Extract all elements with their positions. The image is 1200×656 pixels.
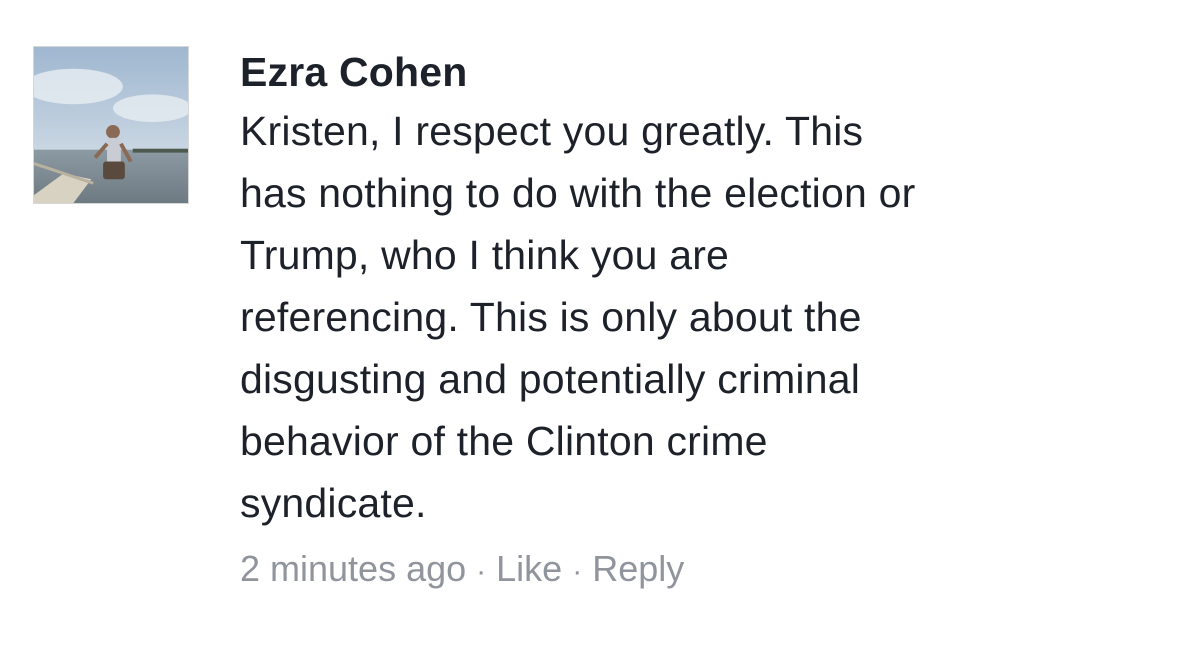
separator-dot: ·: [572, 555, 583, 588]
like-button[interactable]: Like: [496, 548, 562, 589]
comment-meta: 2 minutes ago · Like · Reply: [240, 544, 1190, 597]
comment-text-line: disgusting and potentially criminal: [240, 356, 861, 402]
comment-text-line: Kristen, I respect you greatly. This: [240, 108, 864, 154]
reply-button[interactable]: Reply: [592, 548, 684, 589]
comment-text-line: has nothing to do with the election or: [240, 170, 916, 216]
comment-text-line: behavior of the Clinton crime: [240, 418, 768, 464]
avatar[interactable]: [33, 46, 189, 204]
comment-text-line: Trump, who I think you are: [240, 232, 730, 278]
comment-body: Ezra Cohen Kristen, I respect you greatl…: [240, 44, 1190, 597]
comment-text-line: syndicate.: [240, 480, 427, 526]
profile-photo-icon: [34, 47, 188, 203]
comment: Ezra Cohen Kristen, I respect you greatl…: [0, 0, 1200, 656]
comment-text-line: referencing. This is only about the: [240, 294, 862, 340]
comment-text: Kristen, I respect you greatly. This has…: [240, 100, 1190, 534]
author-name[interactable]: Ezra Cohen: [240, 44, 468, 100]
timestamp[interactable]: 2 minutes ago: [240, 548, 466, 589]
separator-dot: ·: [476, 555, 487, 588]
